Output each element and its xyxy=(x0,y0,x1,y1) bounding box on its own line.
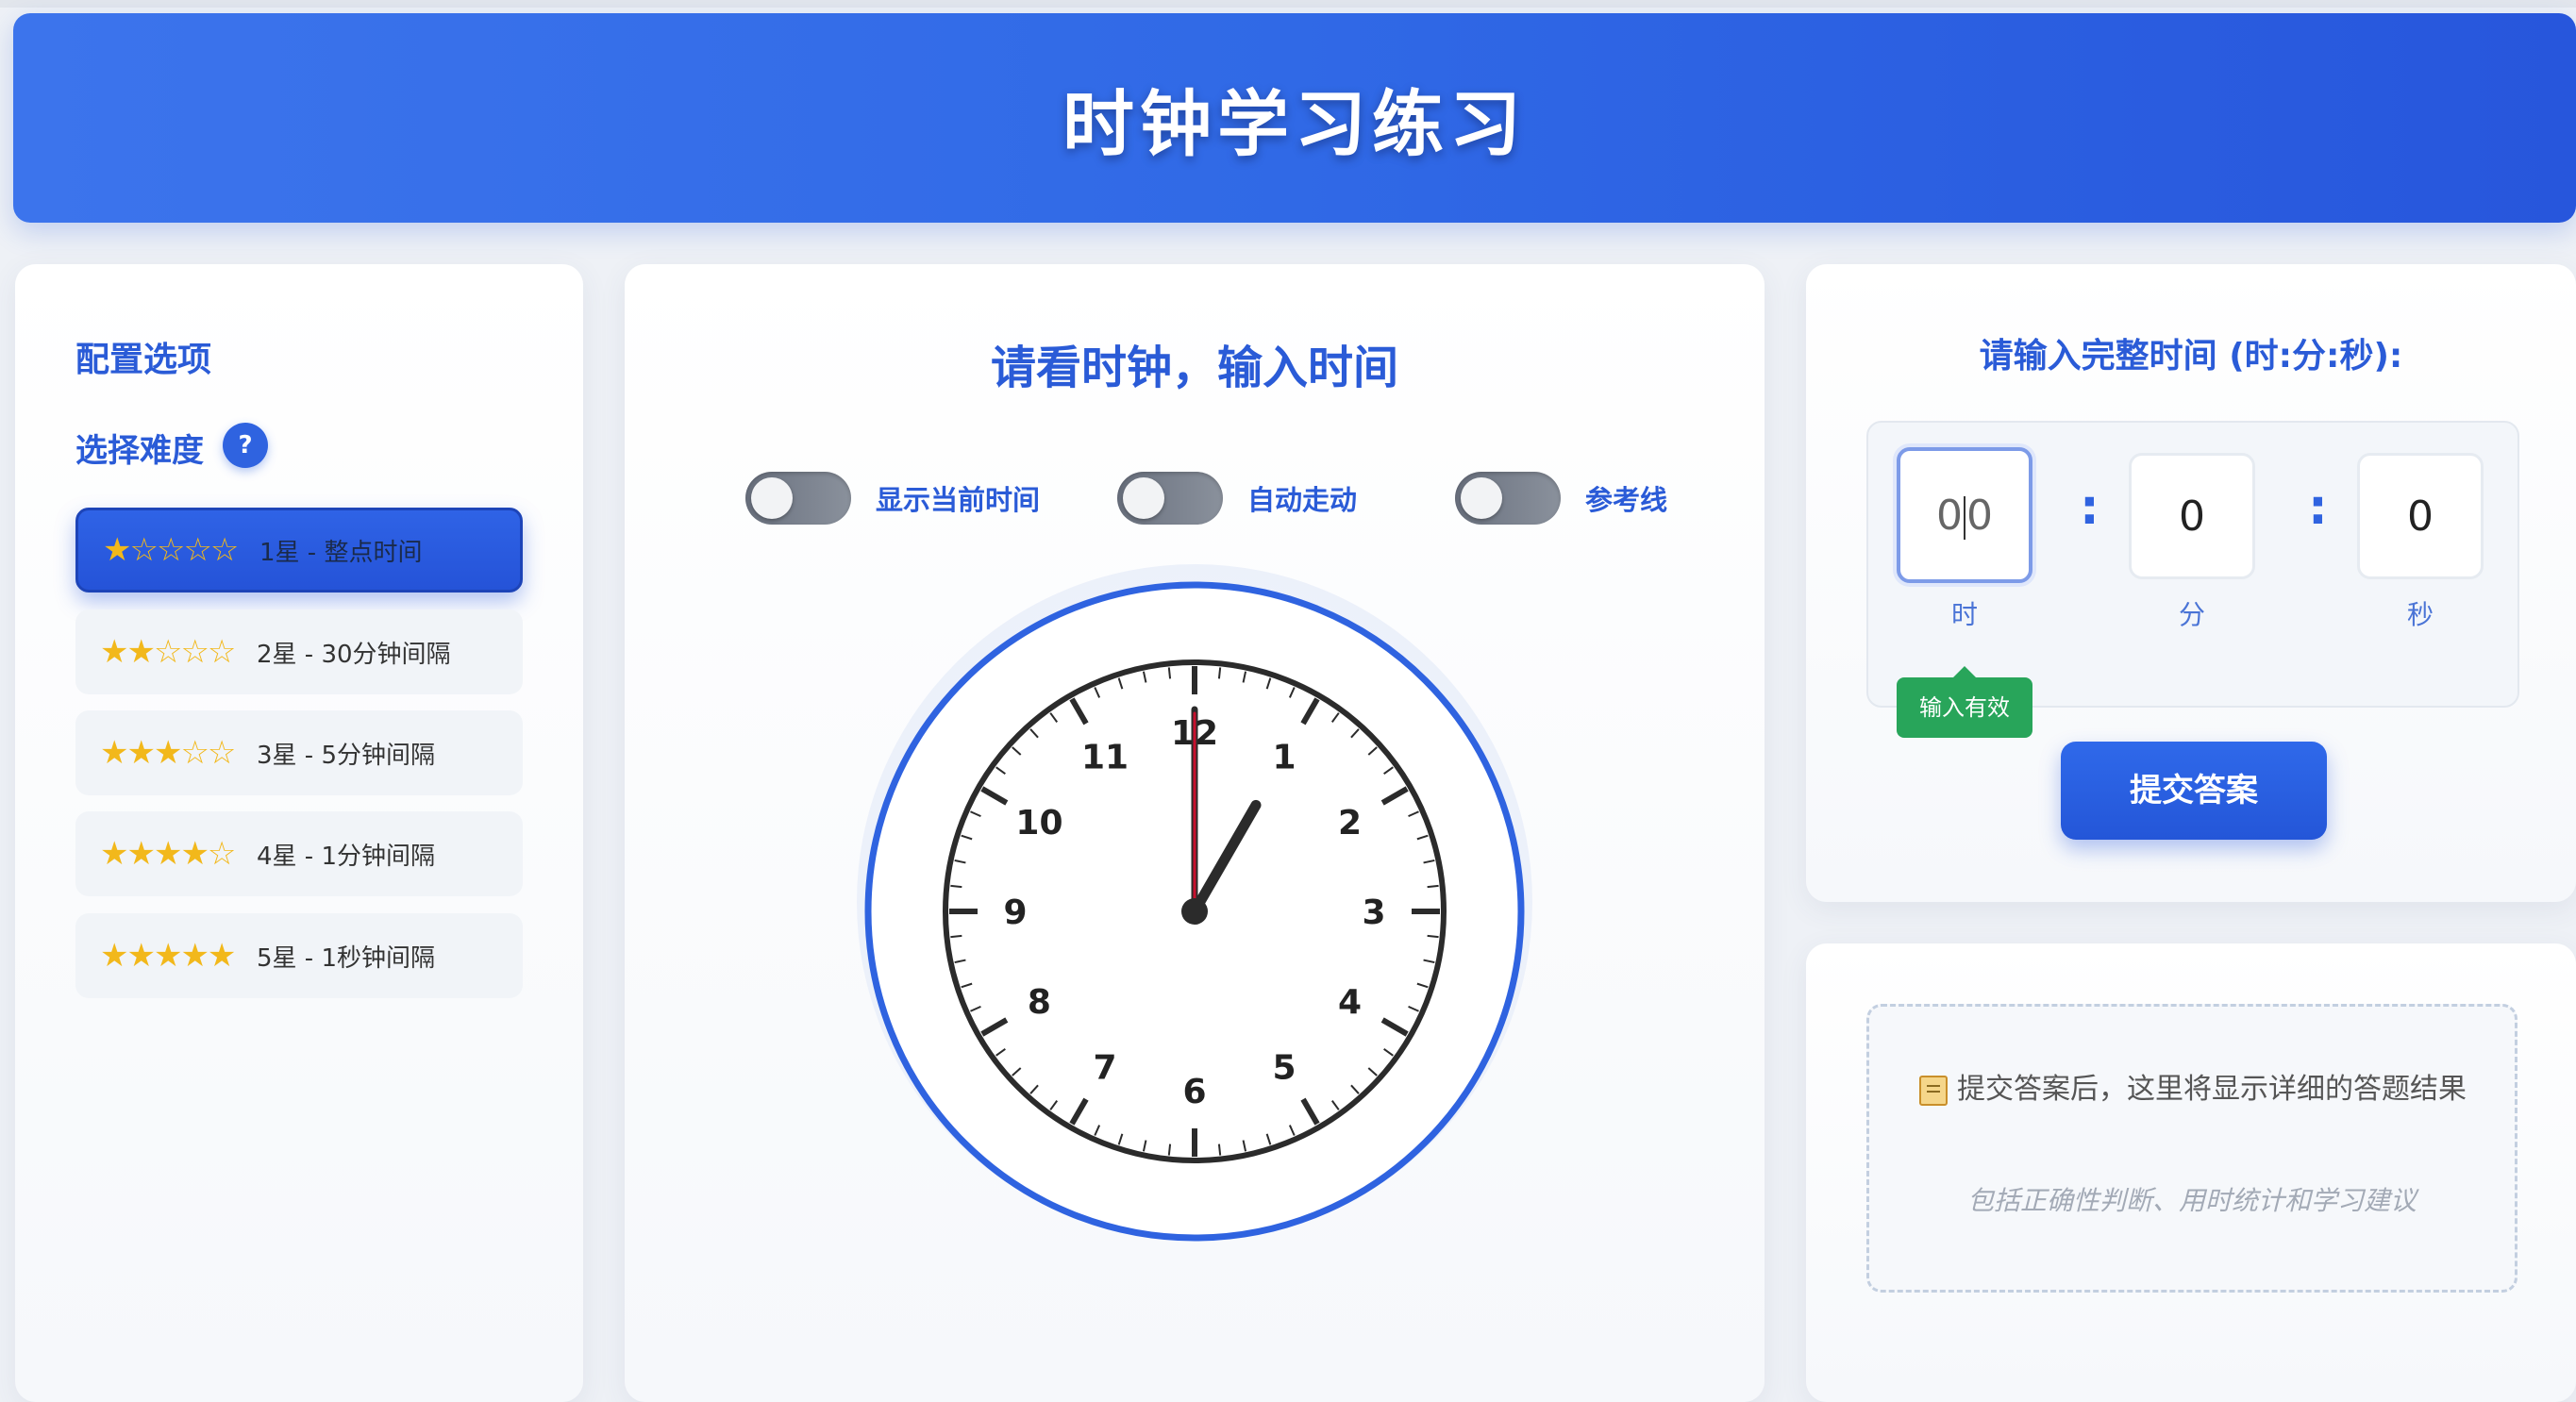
clock-number: 6 xyxy=(1182,1073,1206,1111)
page-header: 时钟学习练习 xyxy=(13,13,2576,223)
clock-number: 1 xyxy=(1272,738,1296,776)
clock-number: 5 xyxy=(1272,1049,1296,1088)
difficulty-label: 4星 - 1分钟间隔 xyxy=(257,842,435,871)
star-rating-icon: ★★★☆☆ xyxy=(100,734,236,772)
difficulty-label: 5星 - 1秒钟间隔 xyxy=(257,943,435,973)
minute-unit-label: 分 xyxy=(2178,599,2205,630)
memo-icon xyxy=(1919,1075,1948,1106)
second-unit-label: 秒 xyxy=(2406,599,2434,630)
hour-input[interactable]: 00 xyxy=(1897,447,2032,583)
analog-clock: 121234567891011 xyxy=(864,581,1525,1242)
minute-tick xyxy=(1427,934,1439,939)
help-icon[interactable]: ? xyxy=(223,423,268,468)
clock-number: 2 xyxy=(1338,804,1362,843)
minute-value: 0 xyxy=(2179,492,2205,541)
star-rating-icon: ★★★★★ xyxy=(100,937,236,975)
clock-number: 4 xyxy=(1338,983,1362,1022)
result-placeholder: 提交答案后，这里将显示详细的答题结果 包括正确性判断、用时统计和学习建议 xyxy=(1866,1004,2517,1293)
star-rating-icon: ★☆☆☆☆ xyxy=(103,531,239,569)
result-message: 提交答案后，这里将显示详细的答题结果 xyxy=(1957,1073,2467,1106)
result-message-row: 提交答案后，这里将显示详细的答题结果 xyxy=(1907,1065,2479,1114)
page-title: 时钟学习练习 xyxy=(1062,82,1527,166)
text-caret xyxy=(1964,495,1965,540)
star-rating-icon: ★★☆☆☆ xyxy=(100,633,236,671)
second-input[interactable]: 0 xyxy=(2357,453,2484,579)
result-panel: 提交答案后，这里将显示详细的答题结果 包括正确性判断、用时统计和学习建议 xyxy=(1806,943,2576,1402)
minute-tick xyxy=(950,884,962,889)
second-value: 0 xyxy=(2407,492,2434,541)
time-separator: : xyxy=(2080,479,2099,536)
time-input-group: 00 : 0 : 0 时 分 秒 xyxy=(1866,421,2519,708)
minute-tick xyxy=(1167,667,1172,679)
clock-panel: 请看时钟，输入时间 显示当前时间 自动走动 参考线 12123456789101… xyxy=(625,264,1765,1402)
minute-tick xyxy=(1217,1143,1222,1156)
difficulty-label: 3星 - 5分钟间隔 xyxy=(257,741,435,770)
minute-tick xyxy=(1167,1143,1172,1156)
hour-unit-label: 时 xyxy=(1950,599,1978,630)
submit-answer-button[interactable]: 提交答案 xyxy=(2061,742,2327,840)
tooltip-arrow xyxy=(1953,666,1976,677)
star-rating-icon: ★★★★☆ xyxy=(100,835,236,873)
hour-value: 00 xyxy=(1936,491,1993,540)
difficulty-level-3[interactable]: ★★★☆☆ 3星 - 5分钟间隔 xyxy=(75,710,523,795)
minute-input[interactable]: 0 xyxy=(2129,453,2255,579)
difficulty-label: 1星 - 整点时间 xyxy=(259,538,423,567)
config-title: 配置选项 xyxy=(75,341,212,379)
minute-tick xyxy=(1217,667,1222,679)
valid-input-tooltip: 输入有效 xyxy=(1897,677,2032,738)
answer-title: 请输入完整时间 (时:分:秒): xyxy=(1979,337,2403,376)
minute-tick xyxy=(950,934,962,939)
answer-panel: 请输入完整时间 (时:分:秒): 00 : 0 : 0 时 分 秒 输入有效 提… xyxy=(1806,264,2576,902)
top-edge xyxy=(0,0,2576,8)
clock-number: 8 xyxy=(1028,983,1051,1022)
difficulty-level-1[interactable]: ★☆☆☆☆ 1星 - 整点时间 xyxy=(75,508,523,593)
clock-number: 3 xyxy=(1362,893,1385,932)
difficulty-title: 选择难度 xyxy=(75,432,204,470)
difficulty-level-5[interactable]: ★★★★★ 5星 - 1秒钟间隔 xyxy=(75,913,523,998)
clock-number: 9 xyxy=(1003,893,1027,932)
clock-center-pin xyxy=(1181,898,1208,925)
time-separator: : xyxy=(2308,479,2328,536)
difficulty-level-4[interactable]: ★★★★☆ 4星 - 1分钟间隔 xyxy=(75,811,523,896)
clock-number: 11 xyxy=(1081,738,1129,776)
clock-number: 10 xyxy=(1015,804,1062,843)
difficulty-label: 2星 - 30分钟间隔 xyxy=(257,640,451,669)
difficulty-level-2[interactable]: ★★☆☆☆ 2星 - 30分钟间隔 xyxy=(75,609,523,694)
config-panel: 配置选项 选择难度 ? ★☆☆☆☆ 1星 - 整点时间 ★★☆☆☆ 2星 - 3… xyxy=(15,264,583,1402)
result-hint: 包括正确性判断、用时统计和学习建议 xyxy=(1966,1185,2417,1216)
minute-tick xyxy=(1427,884,1439,889)
clock-number: 7 xyxy=(1093,1049,1116,1088)
